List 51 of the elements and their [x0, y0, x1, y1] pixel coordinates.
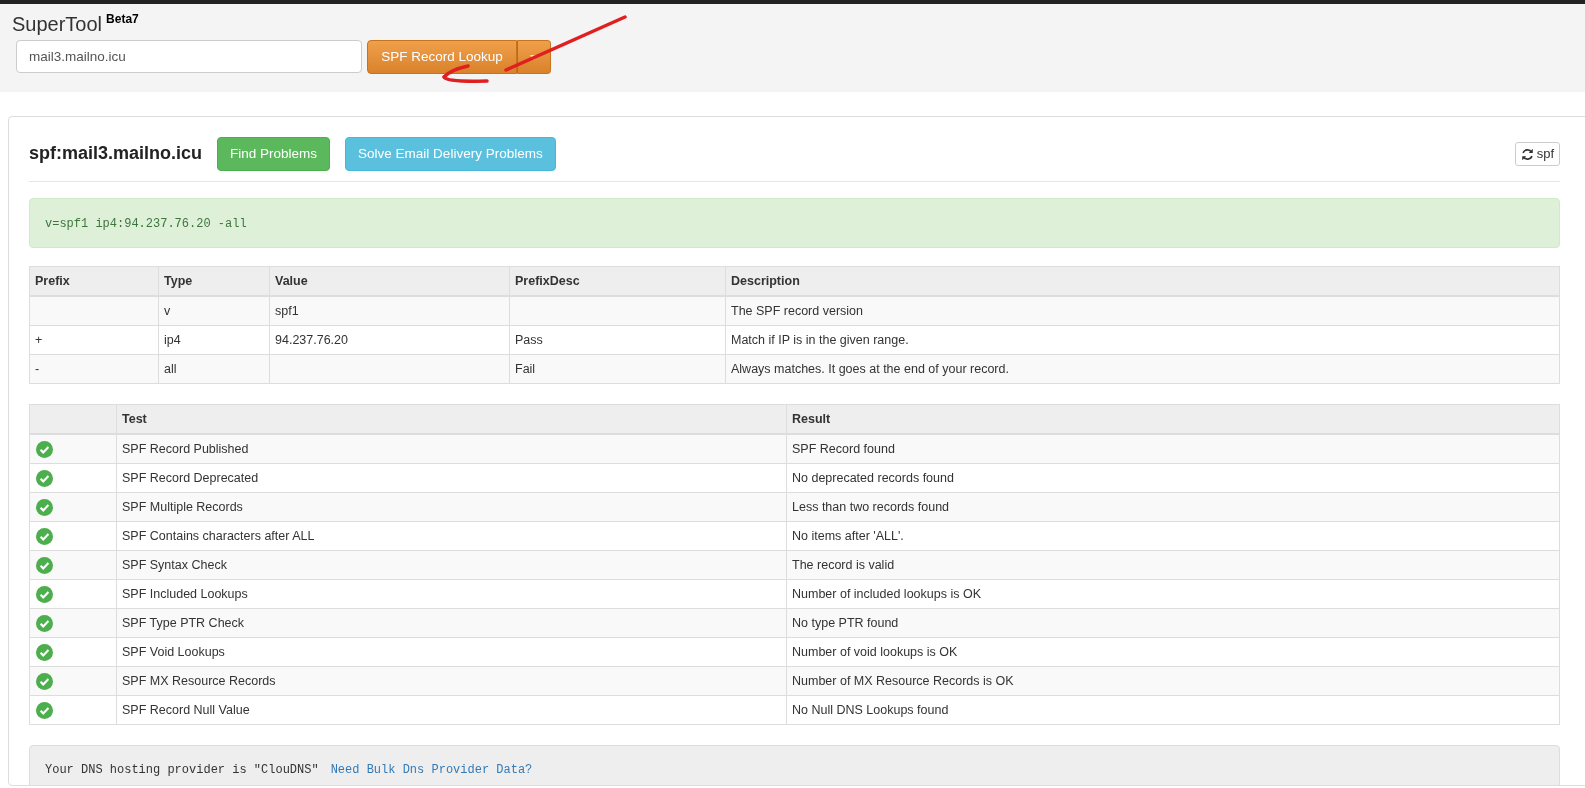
provider-text: Your DNS hosting provider is "ClouDNS": [45, 763, 319, 777]
column-header: PrefixDesc: [509, 266, 726, 296]
table-cell: SPF Type PTR Check: [116, 608, 787, 638]
column-header: Prefix: [29, 266, 159, 296]
table-cell: No deprecated records found: [786, 463, 1560, 493]
table-cell: all: [158, 354, 270, 384]
table-cell: 94.237.76.20: [269, 325, 510, 355]
table-cell: SPF Record Deprecated: [116, 463, 787, 493]
column-header: Test: [116, 404, 787, 434]
solve-problems-button[interactable]: Solve Email Delivery Problems: [345, 137, 556, 171]
table-cell: SPF Record Null Value: [116, 695, 787, 725]
table-cell: The SPF record version: [725, 296, 1560, 326]
table-cell: Number of void lookups is OK: [786, 637, 1560, 667]
version-label: Beta7: [106, 12, 139, 27]
table-cell: SPF Record Published: [116, 434, 787, 464]
table-cell: Match if IP is in the given range.: [725, 325, 1560, 355]
table-cell: SPF Syntax Check: [116, 550, 787, 580]
domain-input-field[interactable]: mail3.mailno.icu: [16, 40, 362, 73]
table-cell: Always matches. It goes at the end of your record.: [725, 354, 1560, 384]
lookup-button[interactable]: SPF Record Lookup: [367, 40, 517, 74]
table-cell: Less than two records found: [786, 492, 1560, 522]
refresh-button[interactable]: spf: [1514, 142, 1560, 166]
table-cell: SPF MX Resource Records: [116, 666, 787, 696]
table-cell: No type PTR found: [786, 608, 1560, 638]
spf-record-text: v=spf1 ip4:94.237.76.20 -all: [29, 198, 1560, 248]
table-cell: -: [29, 354, 159, 384]
app-title: SuperTool: [12, 13, 103, 35]
table-cell: Fail: [509, 354, 726, 384]
table-cell: Number of MX Resource Records is OK: [786, 666, 1560, 696]
table-cell: +: [29, 325, 159, 355]
table-cell: Pass: [509, 325, 726, 355]
record-heading: spf:mail3.mailno.icu: [29, 143, 203, 165]
refresh-icon: [1520, 147, 1534, 161]
table-cell: ip4: [158, 325, 270, 355]
bulk-data-link[interactable]: Need Bulk Dns Provider Data?: [330, 763, 533, 777]
column-header: Value: [269, 266, 510, 296]
table-cell: No Null DNS Lookups found: [786, 695, 1560, 725]
table-cell: SPF Included Lookups: [116, 579, 787, 609]
find-problems-button[interactable]: Find Problems: [217, 137, 331, 171]
column-header: Result: [786, 404, 1560, 434]
column-header: Description: [725, 266, 1560, 296]
table-cell: Number of included lookups is OK: [786, 579, 1560, 609]
table-cell: spf1: [269, 296, 510, 326]
table-cell: SPF Void Lookups: [116, 637, 787, 667]
table-cell: SPF Record found: [786, 434, 1560, 464]
table-cell: The record is valid: [786, 550, 1560, 580]
table-cell: No items after 'ALL'.: [786, 521, 1560, 551]
table-cell: v: [158, 296, 270, 326]
table-cell: SPF Multiple Records: [116, 492, 787, 522]
column-header: Type: [158, 266, 270, 296]
table-cell: SPF Contains characters after ALL: [116, 521, 787, 551]
